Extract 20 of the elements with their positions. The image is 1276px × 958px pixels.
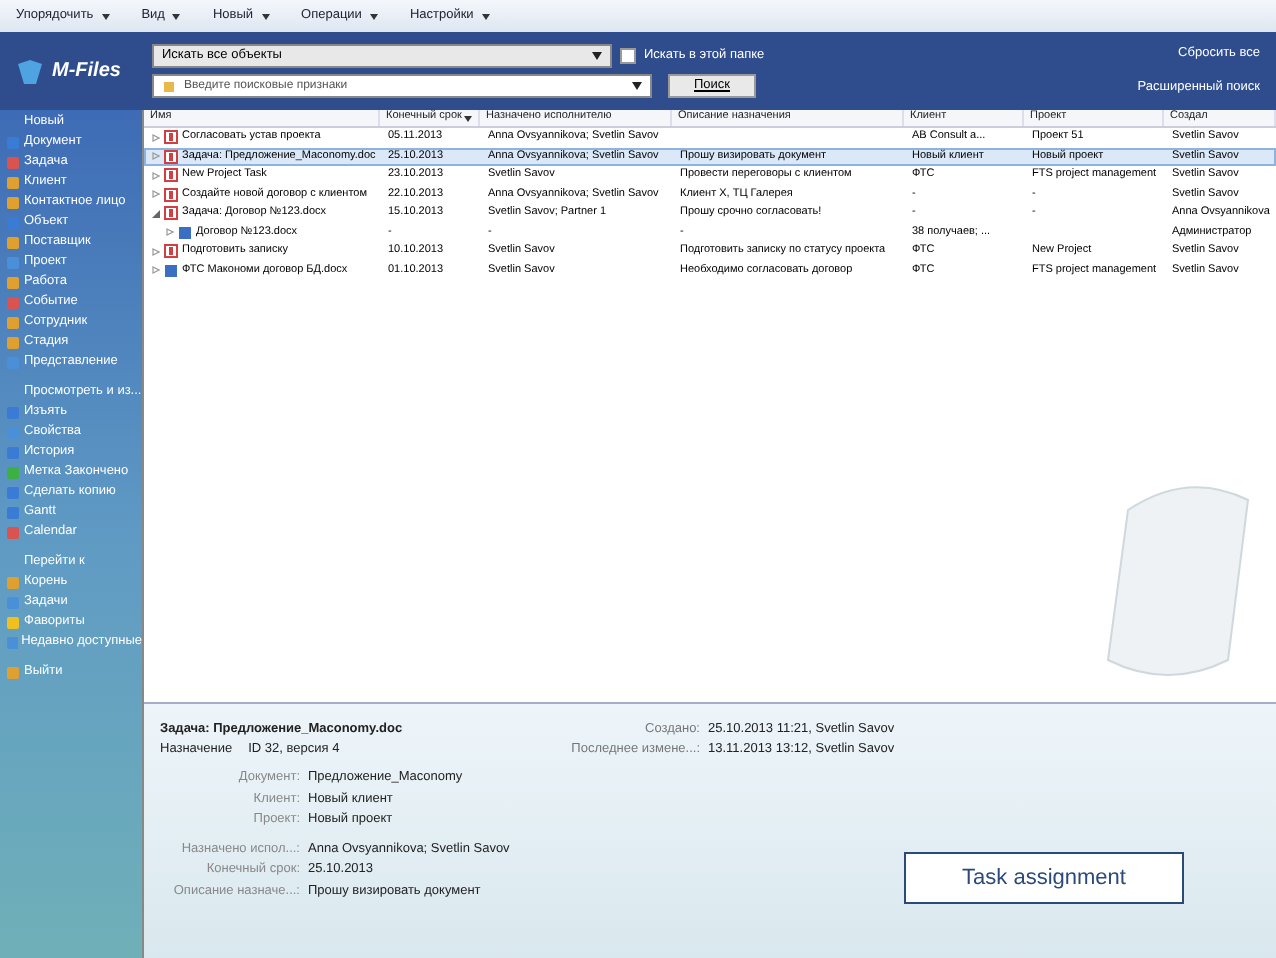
sort-icon xyxy=(464,115,472,121)
expander-icon[interactable] xyxy=(152,247,160,256)
caret-icon xyxy=(369,13,378,19)
caret-icon xyxy=(481,13,490,19)
expander-icon[interactable] xyxy=(152,171,160,180)
caret-icon xyxy=(632,82,642,90)
expander-icon[interactable] xyxy=(152,266,160,275)
caret-icon xyxy=(592,52,602,60)
expander-icon[interactable] xyxy=(152,209,160,218)
logo-icon xyxy=(16,57,44,85)
expander-icon[interactable] xyxy=(152,133,160,142)
search-icon xyxy=(162,79,176,93)
caret-icon xyxy=(101,13,110,19)
caption-box: Task assignment xyxy=(904,852,1184,904)
caret-icon xyxy=(261,13,270,19)
expander-icon[interactable] xyxy=(166,228,174,237)
checkbox[interactable] xyxy=(620,48,636,64)
logo-text: M-Files xyxy=(52,61,121,81)
expander-icon[interactable] xyxy=(152,190,160,199)
caret-icon xyxy=(172,13,181,19)
